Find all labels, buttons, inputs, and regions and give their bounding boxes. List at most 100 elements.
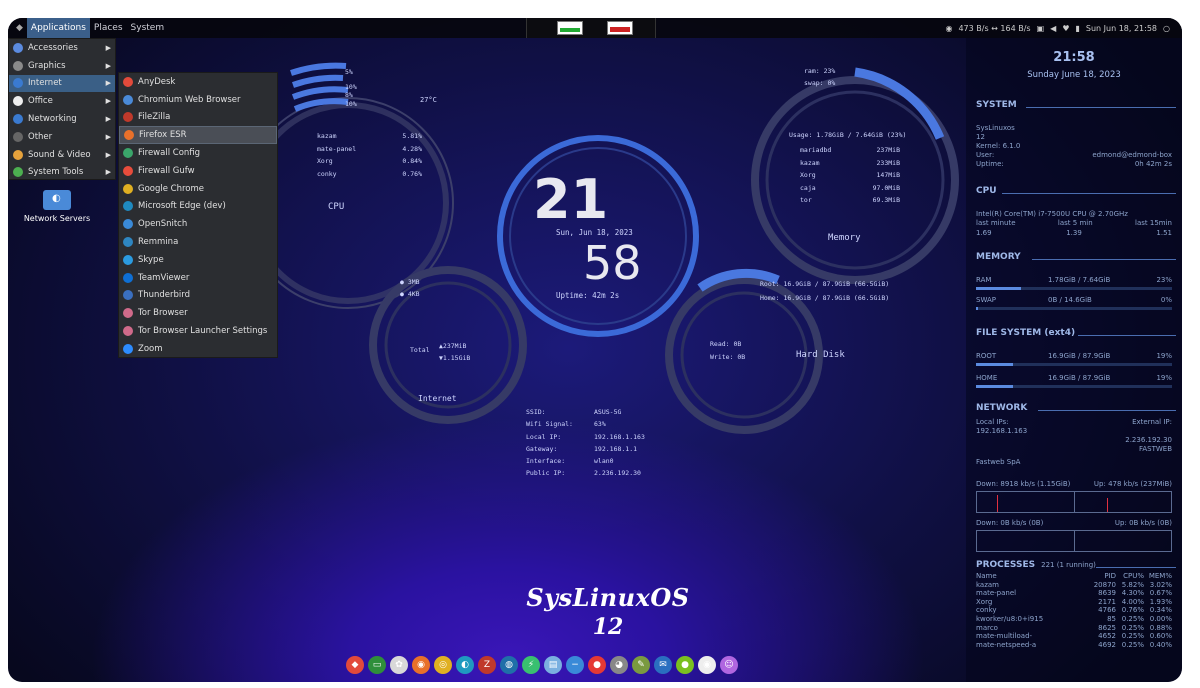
cpu-core-value: 10% (345, 99, 357, 108)
menu-item-other[interactable]: Other ▶ (9, 128, 115, 146)
terminal-icon[interactable]: ▭ (368, 656, 386, 674)
status-icon[interactable]: ● (676, 656, 694, 674)
firewall-icon[interactable]: ● (588, 656, 606, 674)
menu-item-chromium-web-browser[interactable]: Chromium Web Browser (119, 91, 277, 109)
memory-process-list: mariadbd 237MiB kazam 233MiB Xorg 147MiB ca… (800, 144, 900, 207)
system-menu[interactable]: System (127, 18, 169, 38)
menu-item-zoom[interactable]: Zoom (119, 340, 277, 358)
system-section-title: SYSTEM (976, 100, 1017, 110)
workspace-switcher[interactable] (526, 18, 656, 38)
app-icon (123, 112, 133, 123)
cpu-core-arc (291, 86, 349, 100)
opensnitch-icon[interactable]: − (566, 656, 584, 674)
process-cell: kazam (976, 580, 1000, 589)
chevron-right-icon: ▶ (105, 150, 111, 159)
lock-icon[interactable]: ▮ (1075, 24, 1079, 33)
clock-hour: 21 (533, 168, 609, 231)
logo-version: 12 (592, 614, 624, 640)
menu-item-skype[interactable]: Skype (119, 251, 277, 269)
gimp-icon[interactable]: ◕ (610, 656, 628, 674)
process-cell: 0.60% (1149, 632, 1172, 641)
workspace-2[interactable] (607, 21, 633, 35)
memory-usage: Usage: 1.78GiB / 7.64GiB (23%) (789, 131, 907, 139)
home-bar (976, 385, 1172, 388)
wifi-icon[interactable]: ◉ (945, 24, 952, 33)
menu-item-opensnitch[interactable]: OpenSnitch (119, 215, 277, 233)
divider (1026, 107, 1176, 108)
menu-item-accessories[interactable]: Accessories ▶ (9, 39, 115, 57)
menu-item-label: Skype (138, 254, 164, 265)
memory-process-row: tor 69.3MiB (800, 196, 900, 204)
menu-item-teamviewer[interactable]: TeamViewer (119, 269, 277, 287)
record-icon[interactable]: ◉ (698, 656, 716, 674)
network-info-row: SSID: ASUS-5G (526, 406, 676, 418)
shield-icon[interactable]: ♥ (1062, 24, 1069, 33)
download-speed: ● 4KB (400, 290, 420, 298)
menu-item-sound-video[interactable]: Sound & Video ▶ (9, 146, 115, 164)
sidebar-time: 21:58 (1053, 50, 1095, 65)
applications-dropdown: Accessories ▶ Graphics ▶ Internet ▶ Office ▶ Net… (8, 38, 116, 180)
category-icon (13, 131, 23, 142)
disk-home: Home: 16.9GiB / 87.9GiB (66.5GiB) (760, 294, 890, 302)
category-icon (13, 78, 23, 89)
menu-item-internet[interactable]: Internet ▶ (9, 74, 115, 93)
menu-item-label: OpenSnitch (138, 219, 188, 230)
memory-summary: ram: 23% swap: 0% (804, 65, 835, 89)
menu-item-tor-browser-launcher-settings[interactable]: Tor Browser Launcher Settings (119, 322, 277, 340)
network-icon[interactable]: ◍ (500, 656, 518, 674)
power-icon[interactable]: ○ (1163, 24, 1170, 33)
process-cell: 4766 (1098, 606, 1116, 615)
filezilla-icon[interactable]: Z (478, 656, 496, 674)
places-menu[interactable]: Places (90, 18, 127, 38)
process-cell: 2171 (1098, 597, 1116, 606)
applications-menu[interactable]: Applications (26, 18, 90, 38)
network-info-row: Local IP: 192.168.1.163 (526, 431, 676, 443)
menu-item-microsoft-edge-dev-[interactable]: Microsoft Edge (dev) (119, 198, 277, 216)
anydesk-icon[interactable]: ◆ (346, 656, 364, 674)
menu-item-google-chrome[interactable]: Google Chrome (119, 180, 277, 198)
network-info-row: Public IP: 2.236.192.30 (526, 467, 676, 479)
logo-title: SysLinuxOS (526, 583, 690, 612)
files-icon[interactable]: ▤ (544, 656, 562, 674)
settings-icon[interactable]: ✿ (390, 656, 408, 674)
conky-sidebar: 21:58 Sunday June 18, 2023 SYSTEM SysLin… (966, 38, 1182, 682)
menu-item-remmina[interactable]: Remmina (119, 233, 277, 251)
edge-icon[interactable]: ◐ (456, 656, 474, 674)
category-icon (13, 60, 23, 71)
chrome-icon[interactable]: ◎ (434, 656, 452, 674)
battery-icon[interactable]: ▣ (1037, 24, 1045, 33)
cpu-core-value: 5% (345, 68, 353, 76)
menu-item-label: Microsoft Edge (dev) (138, 201, 226, 212)
menu-item-graphics[interactable]: Graphics ▶ (9, 57, 115, 75)
menu-item-firefox-esr[interactable]: Firefox ESR (119, 126, 277, 145)
process-cell: 5.82% (1121, 580, 1144, 589)
menu-item-networking[interactable]: Networking ▶ (9, 110, 115, 128)
chevron-right-icon: ▶ (105, 168, 111, 177)
app-icon[interactable]: ☺ (720, 656, 738, 674)
menu-item-system-tools[interactable]: System Tools ▶ (9, 164, 115, 182)
network-servers-icon[interactable]: Network Servers (22, 190, 92, 223)
volume-icon[interactable]: ◀ (1050, 24, 1056, 33)
app-icon (123, 237, 133, 248)
process-cell: 0.67% (1149, 589, 1172, 598)
clock-applet[interactable]: Sun Jun 18, 21:58 (1086, 24, 1157, 33)
cpu-core-arc (290, 62, 347, 76)
menu-item-thunderbird[interactable]: Thunderbird (119, 287, 277, 305)
workspace-1[interactable] (557, 21, 583, 35)
network-info: SSID: ASUS-5G Wifi Signal: 63% Local IP: 192.… (526, 406, 676, 480)
menu-item-filezilla[interactable]: FileZilla (119, 109, 277, 127)
chevron-right-icon: ▶ (105, 61, 111, 70)
menu-item-anydesk[interactable]: AnyDesk (119, 73, 277, 91)
firefox-icon[interactable]: ◉ (412, 656, 430, 674)
thunderbird-icon[interactable]: ✉ (654, 656, 672, 674)
menu-item-tor-browser[interactable]: Tor Browser (119, 304, 277, 322)
lightning-icon[interactable]: ⚡ (522, 656, 540, 674)
process-col-header: Name (976, 572, 997, 580)
app-icon (123, 343, 133, 354)
total-down: ▼1.15GiB (439, 354, 471, 362)
menu-item-label: Chromium Web Browser (138, 94, 241, 105)
paint-icon[interactable]: ✎ (632, 656, 650, 674)
menu-item-office[interactable]: Office ▶ (9, 92, 115, 110)
menu-item-firewall-gufw[interactable]: Firewall Gufw (119, 162, 277, 180)
menu-item-firewall-config[interactable]: Firewall Config (119, 144, 277, 162)
